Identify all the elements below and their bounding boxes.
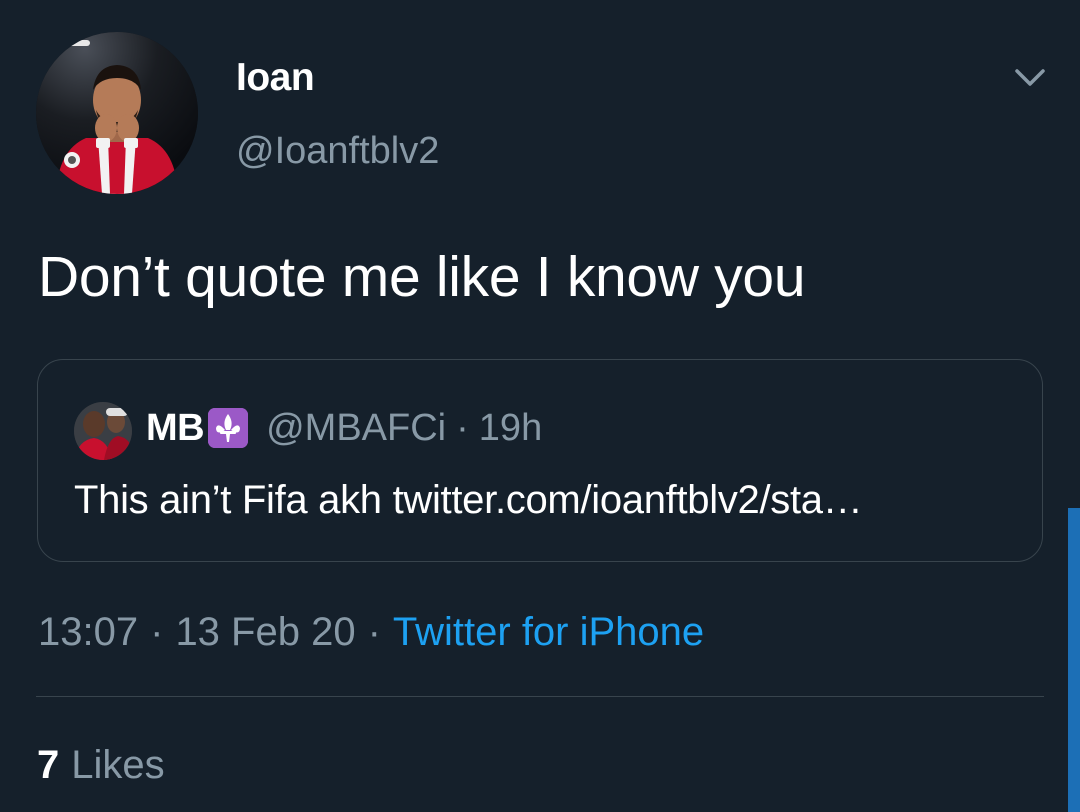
tweet-source-link[interactable]: Twitter for iPhone: [393, 610, 704, 655]
quoted-text: This ain’t Fifa akh twitter.com/ioanftbl…: [74, 478, 863, 522]
quoted-tweet-card[interactable]: MB @MBAFCi · 19h This ain’t Fifa akh twi…: [37, 359, 1043, 562]
author-display-name[interactable]: Ioan: [236, 56, 315, 100]
quoted-author-avatar[interactable]: [74, 402, 132, 460]
tweet-text: Don’t quote me like I know you: [38, 245, 806, 309]
tweet-meta: 13:07 · 13 Feb 20 · Twitter for iPhone: [38, 607, 704, 657]
quoted-time: 19h: [478, 406, 543, 449]
tweet-time[interactable]: 13:07: [38, 610, 138, 655]
quoted-handle: @MBAFCi: [266, 406, 447, 449]
meta-separator: ·: [367, 609, 381, 654]
tweet-date[interactable]: 13 Feb 20: [175, 610, 355, 655]
tweet-detail: Ioan @Ioanftblv2 Don’t quote me like I k…: [0, 0, 1080, 812]
quoted-separator: ·: [456, 406, 469, 449]
quoted-display-name: MB: [146, 406, 205, 449]
fleur-de-lis-icon: [208, 408, 249, 448]
author-handle[interactable]: @Ioanftblv2: [236, 130, 439, 173]
quoted-header: MB @MBAFCi · 19h: [146, 404, 542, 452]
meta-separator: ·: [150, 609, 164, 654]
author-avatar[interactable]: [36, 32, 198, 194]
likes-count: 7: [37, 742, 60, 787]
scrollbar[interactable]: [1068, 508, 1080, 812]
chevron-down-icon[interactable]: [1010, 58, 1050, 98]
likes-stat[interactable]: 7 Likes: [37, 740, 165, 790]
divider: [36, 696, 1044, 697]
likes-label: Likes: [71, 742, 165, 787]
